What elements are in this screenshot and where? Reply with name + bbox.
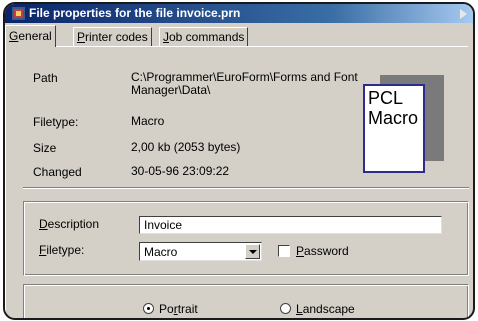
tab-general-label: eneral: [18, 29, 52, 43]
pcl-macro-preview: PCL Macro: [363, 84, 425, 173]
path-label: Path: [33, 71, 58, 85]
tab-printer-codes-access-key: P: [77, 30, 86, 44]
properties-group: [23, 201, 469, 276]
filetype-value: Macro: [131, 114, 165, 128]
chevron-down-icon: [249, 250, 257, 254]
description-input[interactable]: [139, 216, 442, 234]
size-label: Size: [33, 141, 57, 155]
app-icon: [12, 7, 25, 20]
portrait-label-pre: Po: [159, 302, 174, 316]
tab-job-commands-label: ob commands: [169, 30, 245, 44]
landscape-label[interactable]: Landscape: [296, 302, 355, 316]
landscape-access-key: L: [296, 302, 303, 316]
tab-general-access-key: G: [9, 29, 19, 43]
password-label[interactable]: Password: [296, 244, 349, 258]
title-corner-icon: [460, 9, 467, 19]
divider-highlight: [23, 188, 469, 189]
filetype-label: Filetype:: [33, 115, 79, 129]
portrait-label[interactable]: Portrait: [159, 302, 198, 316]
size-value: 2,00 kb (2053 bytes): [131, 140, 241, 154]
description-label-rest: escription: [47, 217, 100, 231]
portrait-label-post: trait: [177, 302, 198, 316]
filetype-label-rest: iletype:: [46, 243, 85, 257]
preview-line2: Macro: [368, 108, 419, 128]
landscape-radio[interactable]: [280, 303, 291, 314]
filetype-dropdown-button[interactable]: [245, 244, 260, 259]
portrait-radio-dot: [147, 307, 150, 310]
title-bar[interactable]: File properties for the file invoice.prn: [5, 4, 473, 23]
tab-job-commands[interactable]: Job commands: [159, 27, 249, 46]
preview-line1: PCL: [368, 88, 404, 108]
description-label: Description: [39, 217, 99, 231]
filetype-select-label: Filetype:: [39, 243, 84, 257]
tab-printer-codes-label: rinter codes: [85, 30, 148, 44]
description-access-key: D: [39, 217, 48, 231]
changed-label: Changed: [33, 165, 82, 179]
tab-strip: General Printer codes Job commands: [5, 25, 473, 47]
filetype-select-value: Macro: [144, 245, 178, 259]
orientation-group: [23, 284, 469, 318]
password-access-key: P: [296, 244, 305, 258]
landscape-label-rest: andscape: [302, 302, 355, 316]
filetype-select[interactable]: Macro: [139, 242, 262, 261]
portrait-radio[interactable]: [143, 303, 154, 314]
file-properties-dialog: File properties for the file invoice.prn…: [3, 2, 475, 320]
path-value-line2: Manager\Data\: [131, 83, 211, 97]
password-checkbox[interactable]: [278, 245, 290, 257]
tab-general[interactable]: General: [5, 25, 56, 47]
password-label-rest: assword: [304, 244, 349, 258]
changed-value: 30-05-96 23:09:22: [131, 164, 230, 178]
window-title: File properties for the file invoice.prn: [29, 6, 241, 20]
tab-printer-codes[interactable]: Printer codes: [73, 27, 152, 46]
